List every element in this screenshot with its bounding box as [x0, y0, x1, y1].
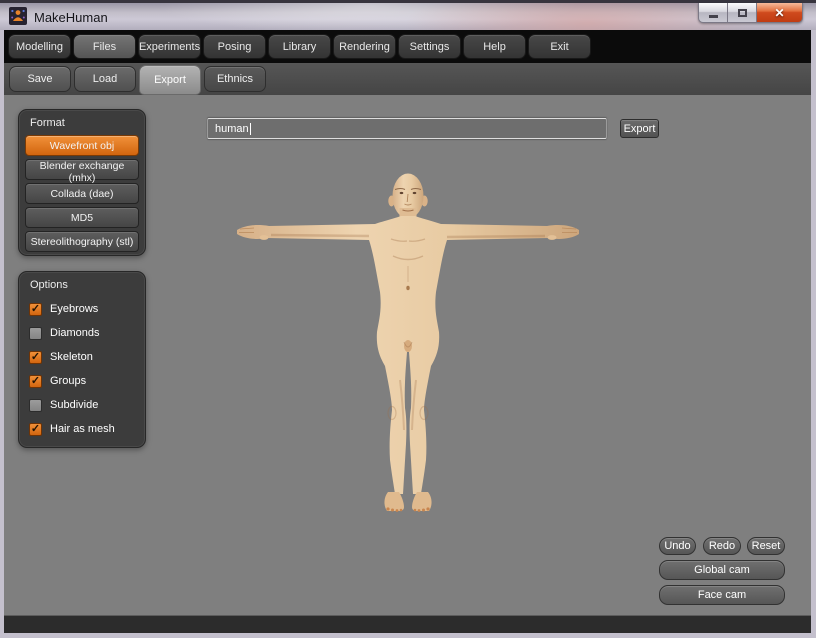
- diamonds-label: Diamonds: [50, 327, 100, 339]
- diamonds-checkbox[interactable]: [29, 327, 42, 340]
- tab-posing[interactable]: Posing: [203, 34, 266, 59]
- subtab-export[interactable]: Export: [139, 65, 201, 95]
- skeleton-checkbox[interactable]: ✓: [29, 351, 42, 364]
- option-skeleton[interactable]: ✓ Skeleton: [19, 345, 145, 369]
- face-cam-button[interactable]: Face cam: [659, 585, 785, 605]
- option-diamonds[interactable]: Diamonds: [19, 321, 145, 345]
- skeleton-label: Skeleton: [50, 351, 93, 363]
- filename-value: human: [215, 123, 249, 135]
- option-hair-as-mesh[interactable]: ✓ Hair as mesh: [19, 417, 145, 441]
- groups-checkbox[interactable]: ✓: [29, 375, 42, 388]
- subtab-save[interactable]: Save: [9, 66, 71, 92]
- tab-library[interactable]: Library: [268, 34, 331, 59]
- tab-modelling[interactable]: Modelling: [8, 34, 71, 59]
- export-filename-input[interactable]: human: [207, 118, 607, 139]
- global-cam-button[interactable]: Global cam: [659, 560, 785, 580]
- makehuman-logo-icon: [9, 7, 27, 25]
- hair-as-mesh-label: Hair as mesh: [50, 423, 115, 435]
- groups-label: Groups: [50, 375, 86, 387]
- undo-button[interactable]: Undo: [659, 537, 696, 555]
- option-eyebrows[interactable]: ✓ Eyebrows: [19, 297, 145, 321]
- text-cursor: [250, 123, 251, 135]
- window-controls: ✕: [698, 3, 803, 23]
- option-groups[interactable]: ✓ Groups: [19, 369, 145, 393]
- subdivide-label: Subdivide: [50, 399, 98, 411]
- subdivide-checkbox[interactable]: [29, 399, 42, 412]
- hair-as-mesh-checkbox[interactable]: ✓: [29, 423, 42, 436]
- redo-button[interactable]: Redo: [703, 537, 741, 555]
- tab-settings[interactable]: Settings: [398, 34, 461, 59]
- maximize-icon: [738, 9, 747, 17]
- format-collada-dae-button[interactable]: Collada (dae): [25, 183, 139, 204]
- app-content: Modelling Files Experiments Posing Libra…: [4, 30, 811, 633]
- close-button[interactable]: ✕: [756, 3, 803, 23]
- close-icon: ✕: [774, 6, 784, 20]
- tab-experiments[interactable]: Experiments: [138, 34, 201, 59]
- format-stereolithography-stl-button[interactable]: Stereolithography (stl): [25, 231, 139, 252]
- tab-exit[interactable]: Exit: [528, 34, 591, 59]
- eyebrows-checkbox[interactable]: ✓: [29, 303, 42, 316]
- options-panel: Options ✓ Eyebrows Diamonds ✓ Skeleton ✓…: [18, 271, 146, 448]
- subtab-ethnics[interactable]: Ethnics: [204, 66, 266, 92]
- makehuman-window: MakeHuman ✕ Modelling Files Experiments …: [0, 0, 816, 638]
- format-blender-mhx-button[interactable]: Blender exchange (mhx): [25, 159, 139, 180]
- title-bar[interactable]: MakeHuman ✕: [0, 0, 816, 30]
- format-md5-button[interactable]: MD5: [25, 207, 139, 228]
- maximize-button[interactable]: [728, 3, 756, 23]
- options-panel-title: Options: [19, 272, 145, 297]
- window-title: MakeHuman: [34, 10, 108, 25]
- sub-tab-bar: Save Load Export Ethnics: [4, 63, 811, 95]
- tab-rendering[interactable]: Rendering: [333, 34, 396, 59]
- status-bar: [4, 615, 811, 633]
- subtab-load[interactable]: Load: [74, 66, 136, 92]
- main-menu-bar: Modelling Files Experiments Posing Libra…: [4, 30, 811, 63]
- format-wavefront-obj-button[interactable]: Wavefront obj: [25, 135, 139, 156]
- minimize-button[interactable]: [698, 3, 728, 23]
- export-button[interactable]: Export: [620, 119, 659, 138]
- format-panel-title: Format: [19, 110, 145, 135]
- reset-button[interactable]: Reset: [747, 537, 785, 555]
- tab-files[interactable]: Files: [73, 34, 136, 59]
- eyebrows-label: Eyebrows: [50, 303, 98, 315]
- 3d-viewport[interactable]: Format Wavefront obj Blender exchange (m…: [4, 95, 811, 615]
- format-panel: Format Wavefront obj Blender exchange (m…: [18, 109, 146, 256]
- minimize-icon: [709, 15, 718, 18]
- tab-help[interactable]: Help: [463, 34, 526, 59]
- human-model[interactable]: [223, 160, 593, 520]
- option-subdivide[interactable]: Subdivide: [19, 393, 145, 417]
